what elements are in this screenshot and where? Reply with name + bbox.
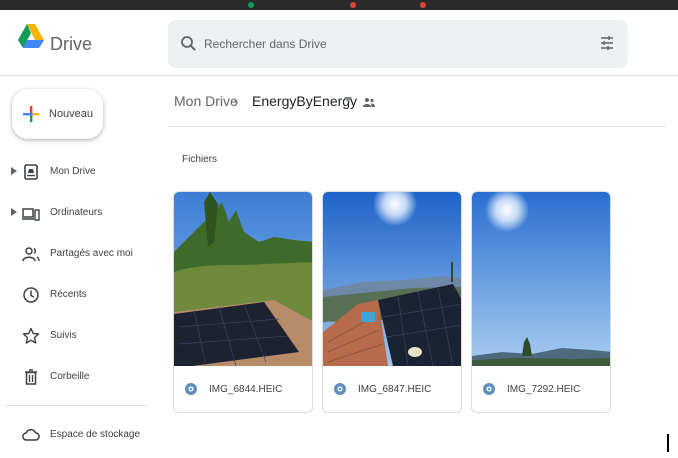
file-name: IMG_6847.HEIC [358,384,432,395]
file-name: IMG_7292.HEIC [507,384,581,395]
shared-people-icon [22,247,40,262]
sidebar-item-label: Corbeille [50,371,90,382]
search-bar[interactable] [168,20,628,68]
image-file-icon [334,383,346,395]
content-divider [168,126,666,127]
sidebar-item-computers[interactable]: Ordinateurs [0,200,160,226]
cloud-icon [22,429,40,441]
star-icon [22,327,40,344]
expand-caret-icon[interactable] [11,167,17,175]
sidebar-item-trash[interactable]: Corbeille [0,364,160,390]
file-thumbnail[interactable] [472,192,611,366]
tab-indicator-dot [248,2,254,8]
computers-icon [22,208,40,221]
file-thumbnail[interactable] [323,192,462,366]
shared-folder-icon [363,98,375,107]
breadcrumb-separator: › [234,94,239,109]
top-header: Drive [0,10,678,76]
clock-icon [23,287,39,303]
file-card[interactable]: IMG_6847.HEIC [322,191,462,413]
sidebar-item-label: Ordinateurs [50,207,103,218]
image-file-icon [483,383,495,395]
search-input[interactable] [204,34,584,54]
sidebar-divider [6,405,148,406]
sidebar-item-label: Partagés avec moi [50,248,133,259]
sidebar-item-label: Mon Drive [50,166,96,177]
plus-icon [23,106,39,122]
trash-icon [25,369,37,385]
tab-indicator-dot [350,2,356,8]
tune-icon[interactable] [598,34,616,52]
breadcrumb-root[interactable]: Mon Drive [174,93,238,109]
chevron-down-icon[interactable] [344,97,352,103]
sidebar-item-label: Espace de stockage [50,429,141,440]
file-name: IMG_6844.HEIC [209,384,283,395]
my-drive-icon [24,164,38,180]
file-card-footer: IMG_6844.HEIC [174,366,312,412]
tab-indicator-dot [420,2,426,8]
sidebar-item-label: Suivis [50,330,77,341]
file-card[interactable]: IMG_6844.HEIC [173,191,313,413]
app-title[interactable]: Drive [50,34,92,55]
new-button[interactable]: Nouveau [12,89,103,139]
breadcrumb-current-folder[interactable]: EnergyByEnergy [252,93,357,109]
sidebar-item-my-drive[interactable]: Mon Drive [0,159,160,185]
sidebar-item-storage[interactable]: Espace de stockage [0,422,160,448]
section-title: Fichiers [182,154,218,165]
google-drive-icon[interactable] [18,24,44,48]
new-button-label: Nouveau [49,108,94,120]
file-card[interactable]: IMG_7292.HEIC [471,191,611,413]
file-card-footer: IMG_7292.HEIC [472,366,610,412]
file-card-footer: IMG_6847.HEIC [323,366,461,412]
sidebar-item-label: Récents [50,289,87,300]
sidebar-item-shared[interactable]: Partagés avec moi [0,241,160,267]
sidebar-item-recent[interactable]: Récents [0,282,160,308]
expand-caret-icon[interactable] [11,208,17,216]
image-file-icon [185,383,197,395]
text-cursor [667,434,669,452]
search-icon[interactable] [180,35,198,53]
browser-top-strip [0,0,678,10]
sidebar-item-starred[interactable]: Suivis [0,323,160,349]
file-thumbnail[interactable] [174,192,313,366]
